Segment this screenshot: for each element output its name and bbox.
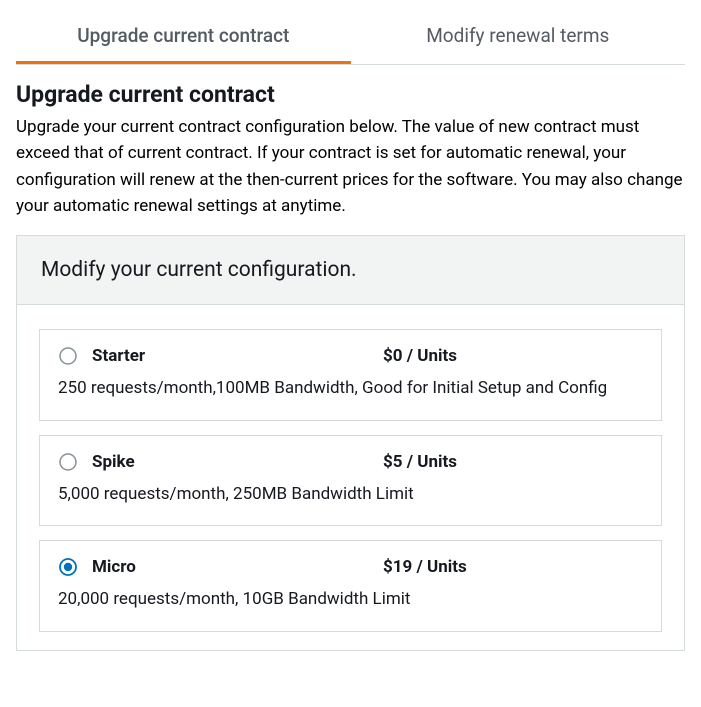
config-panel: Modify your current configuration. Start… <box>16 235 685 651</box>
option-description: 5,000 requests/month, 250MB Bandwidth Li… <box>58 482 643 508</box>
tabs-container: Upgrade current contract Modify renewal … <box>16 8 685 65</box>
page-title: Upgrade current contract <box>16 81 685 108</box>
radio-icon[interactable] <box>58 452 78 472</box>
tab-modify-renewal[interactable]: Modify renewal terms <box>351 8 686 64</box>
radio-icon[interactable] <box>58 346 78 366</box>
option-description: 250 requests/month,100MB Bandwidth, Good… <box>58 376 643 402</box>
option-name: Micro <box>92 557 383 577</box>
option-name: Starter <box>92 346 383 366</box>
option-price: $19 / Units <box>383 557 643 577</box>
tab-upgrade-contract[interactable]: Upgrade current contract <box>16 8 351 64</box>
config-panel-header: Modify your current configuration. <box>17 236 684 305</box>
option-row: Micro $19 / Units <box>58 557 643 577</box>
page-description: Upgrade your current contract configurat… <box>16 114 685 219</box>
option-price: $0 / Units <box>383 346 643 366</box>
option-card-micro[interactable]: Micro $19 / Units 20,000 requests/month,… <box>39 540 662 632</box>
option-description: 20,000 requests/month, 10GB Bandwidth Li… <box>58 587 643 613</box>
radio-icon[interactable] <box>58 557 78 577</box>
option-price: $5 / Units <box>383 452 643 472</box>
option-card-spike[interactable]: Spike $5 / Units 5,000 requests/month, 2… <box>39 435 662 527</box>
option-card-starter[interactable]: Starter $0 / Units 250 requests/month,10… <box>39 329 662 421</box>
option-name: Spike <box>92 452 383 472</box>
option-row: Starter $0 / Units <box>58 346 643 366</box>
options-container: Starter $0 / Units 250 requests/month,10… <box>17 305 684 650</box>
option-row: Spike $5 / Units <box>58 452 643 472</box>
